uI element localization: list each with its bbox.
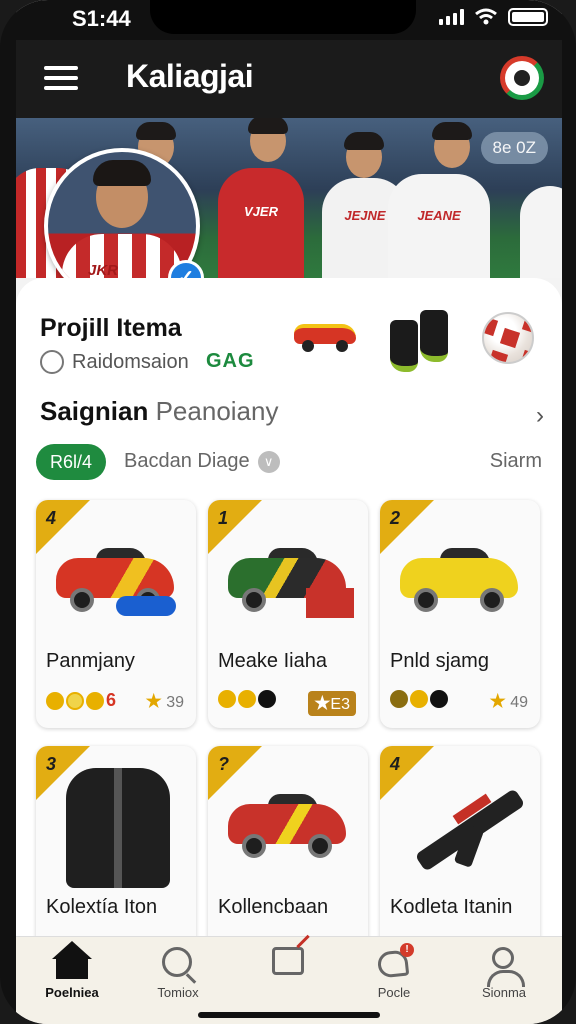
star-icon: ★ xyxy=(314,693,331,713)
status-bar: S1:44 xyxy=(16,0,562,40)
item-card[interactable]: 1 Meake Iiaha ★E3 xyxy=(208,500,368,728)
player-head xyxy=(344,132,384,178)
camera-notch xyxy=(150,0,416,34)
star-icon: ★ xyxy=(489,691,506,711)
team-logo-icon[interactable] xyxy=(500,56,544,100)
banner-badge: 8e 0Z xyxy=(480,132,548,164)
filter-option[interactable]: Siarm xyxy=(490,450,542,473)
star-icon: ★ xyxy=(145,691,162,711)
chevron-down-icon: ∨ xyxy=(257,450,280,473)
bottom-navigation: Poelniea Tomiox ! Pocle Sionma xyxy=(16,936,562,1024)
race-car-icon xyxy=(400,540,520,620)
nav-search[interactable]: Tomiox xyxy=(128,945,228,1000)
home-indicator xyxy=(198,1012,380,1018)
menu-icon[interactable] xyxy=(44,66,78,90)
wifi-icon xyxy=(475,8,497,25)
nav-favorites[interactable]: ! Pocle xyxy=(344,943,444,1000)
battery-icon xyxy=(508,8,548,26)
heart-icon: ! xyxy=(376,943,414,981)
race-car-icon xyxy=(228,786,348,866)
profile-title: Projill Itema xyxy=(40,314,182,342)
player-head xyxy=(248,118,288,162)
nav-profile[interactable]: Sionma xyxy=(454,945,554,1000)
app-header: Kaliagjai xyxy=(16,40,562,118)
signal-icon xyxy=(439,9,464,25)
chat-icon xyxy=(270,945,306,981)
football-boots-icon xyxy=(386,306,456,376)
radio-icon[interactable] xyxy=(40,350,64,374)
item-card[interactable]: 2 Pnld sjamg ★ 49 xyxy=(380,500,540,728)
car-mini-icon xyxy=(294,316,356,352)
filter-bar: R6l/4 Bacdan Diage ∨ Siarm xyxy=(36,444,546,480)
status-time: S1:44 xyxy=(72,6,131,31)
radio-option[interactable]: Raidomsaion xyxy=(40,350,189,374)
player-figure: JEANE xyxy=(388,174,490,278)
player-figure: VJER xyxy=(218,168,304,278)
section-title: Saignian Peanoiany xyxy=(40,396,279,426)
player-figure xyxy=(520,186,562,278)
home-icon xyxy=(52,941,92,981)
filter-option[interactable]: Bacdan Diage ∨ xyxy=(124,450,280,473)
green-tag: GAG xyxy=(206,350,255,372)
item-card[interactable]: 4 Panmjany 6 ★ 39 xyxy=(36,500,196,728)
gift-box-icon xyxy=(306,588,354,618)
blue-car-icon xyxy=(116,596,176,616)
football-icon xyxy=(482,312,534,364)
app-title: Kaliagjai xyxy=(126,58,254,94)
app-screen: S1:44 Kaliagjai VJER JEJNE JEANE 8e 0Z J… xyxy=(16,0,562,1024)
device-frame: S1:44 Kaliagjai VJER JEJNE JEANE 8e 0Z J… xyxy=(0,0,576,1024)
blaster-icon xyxy=(400,786,530,872)
nav-messages[interactable] xyxy=(238,945,338,985)
user-icon xyxy=(486,945,525,987)
chevron-right-icon[interactable]: › xyxy=(536,402,544,430)
filter-chip-active[interactable]: R6l/4 xyxy=(36,444,107,480)
jacket-icon xyxy=(66,768,170,888)
player-head xyxy=(432,122,472,168)
nav-home[interactable]: Poelniea xyxy=(22,941,122,1000)
search-icon xyxy=(160,945,196,981)
